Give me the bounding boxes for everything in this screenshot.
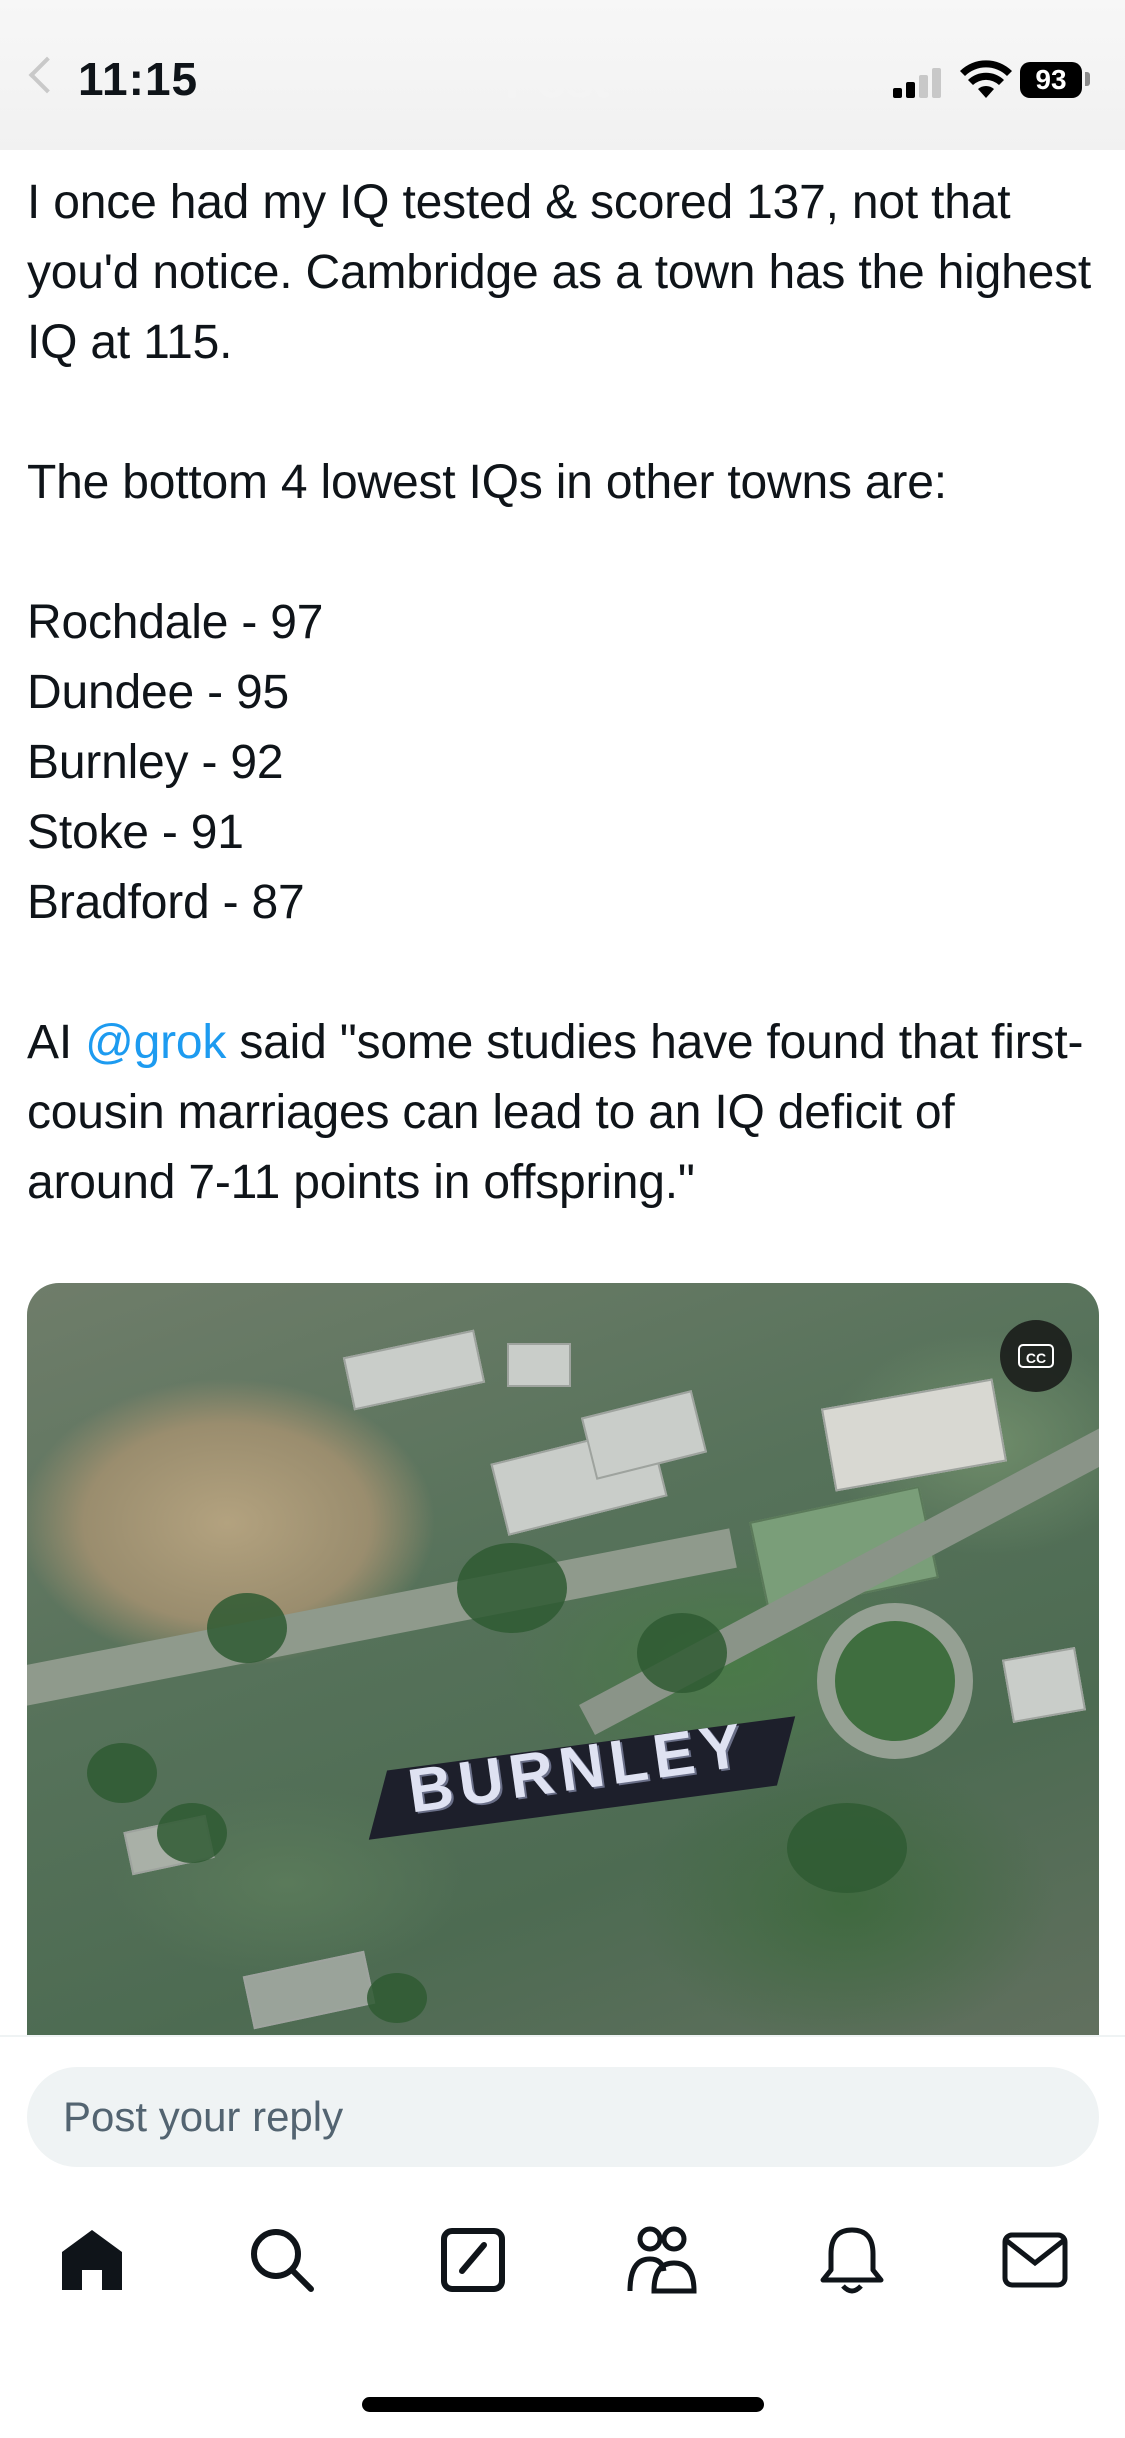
- grok-mention-link[interactable]: @grok: [85, 1016, 226, 1069]
- list-item: Bradford - 87: [27, 876, 305, 929]
- building: [342, 1329, 486, 1411]
- list-item: Burnley - 92: [27, 736, 284, 789]
- tree: [457, 1543, 567, 1633]
- battery-nub: [1085, 72, 1090, 86]
- building: [580, 1390, 708, 1480]
- wifi-icon: [960, 60, 1012, 98]
- post-paragraph-2: The bottom 4 lowest IQs in other towns a…: [27, 456, 947, 509]
- home-icon: [62, 2230, 122, 2290]
- status-bar: 11:15 Post 93: [0, 0, 1125, 150]
- building: [821, 1378, 1007, 1492]
- post-paragraph-3-prefix: AI: [27, 1016, 86, 1069]
- building: [507, 1343, 571, 1387]
- reply-input[interactable]: [27, 2067, 1099, 2167]
- battery-indicator: 93: [1020, 62, 1082, 98]
- post-video[interactable]: BURNLEY CC: [27, 1283, 1099, 2043]
- tab-notifications[interactable]: [812, 2220, 892, 2300]
- tree: [367, 1973, 427, 2023]
- back-chevron-icon[interactable]: [28, 56, 66, 94]
- home-indicator: [362, 2397, 764, 2412]
- cellular-signal-icon: [893, 66, 945, 98]
- cc-icon: CC: [1018, 1344, 1054, 1368]
- tab-communities[interactable]: [622, 2220, 702, 2300]
- tab-compose[interactable]: [433, 2220, 513, 2300]
- tree: [207, 1593, 287, 1663]
- tree: [637, 1613, 727, 1693]
- tree: [157, 1803, 227, 1863]
- tab-messages[interactable]: [995, 2220, 1075, 2300]
- tree: [787, 1803, 907, 1893]
- building: [242, 1950, 376, 2030]
- list-item: Rochdale - 97: [27, 596, 324, 649]
- tree: [87, 1743, 157, 1803]
- captions-button[interactable]: CC: [1000, 1320, 1072, 1392]
- post-paragraph-1: I once had my IQ tested & scored 137, no…: [27, 176, 1105, 369]
- tab-search[interactable]: [242, 2220, 322, 2300]
- list-item: Dundee - 95: [27, 666, 289, 719]
- status-time: 11:15: [78, 53, 199, 105]
- header-title: Post: [505, 55, 610, 108]
- tab-home[interactable]: [52, 2220, 132, 2300]
- compose-icon: [441, 2228, 505, 2292]
- post-text: I once had my IQ tested & scored 137, no…: [27, 168, 1107, 1218]
- notifications-icon: [820, 2227, 884, 2294]
- search-icon: [251, 2229, 314, 2292]
- building: [1002, 1647, 1086, 1723]
- roundabout: [817, 1603, 973, 1759]
- messages-icon: [1002, 2232, 1068, 2288]
- communities-icon: [627, 2226, 697, 2294]
- list-item: Stoke - 91: [27, 806, 244, 859]
- reply-area: [0, 2035, 1125, 2438]
